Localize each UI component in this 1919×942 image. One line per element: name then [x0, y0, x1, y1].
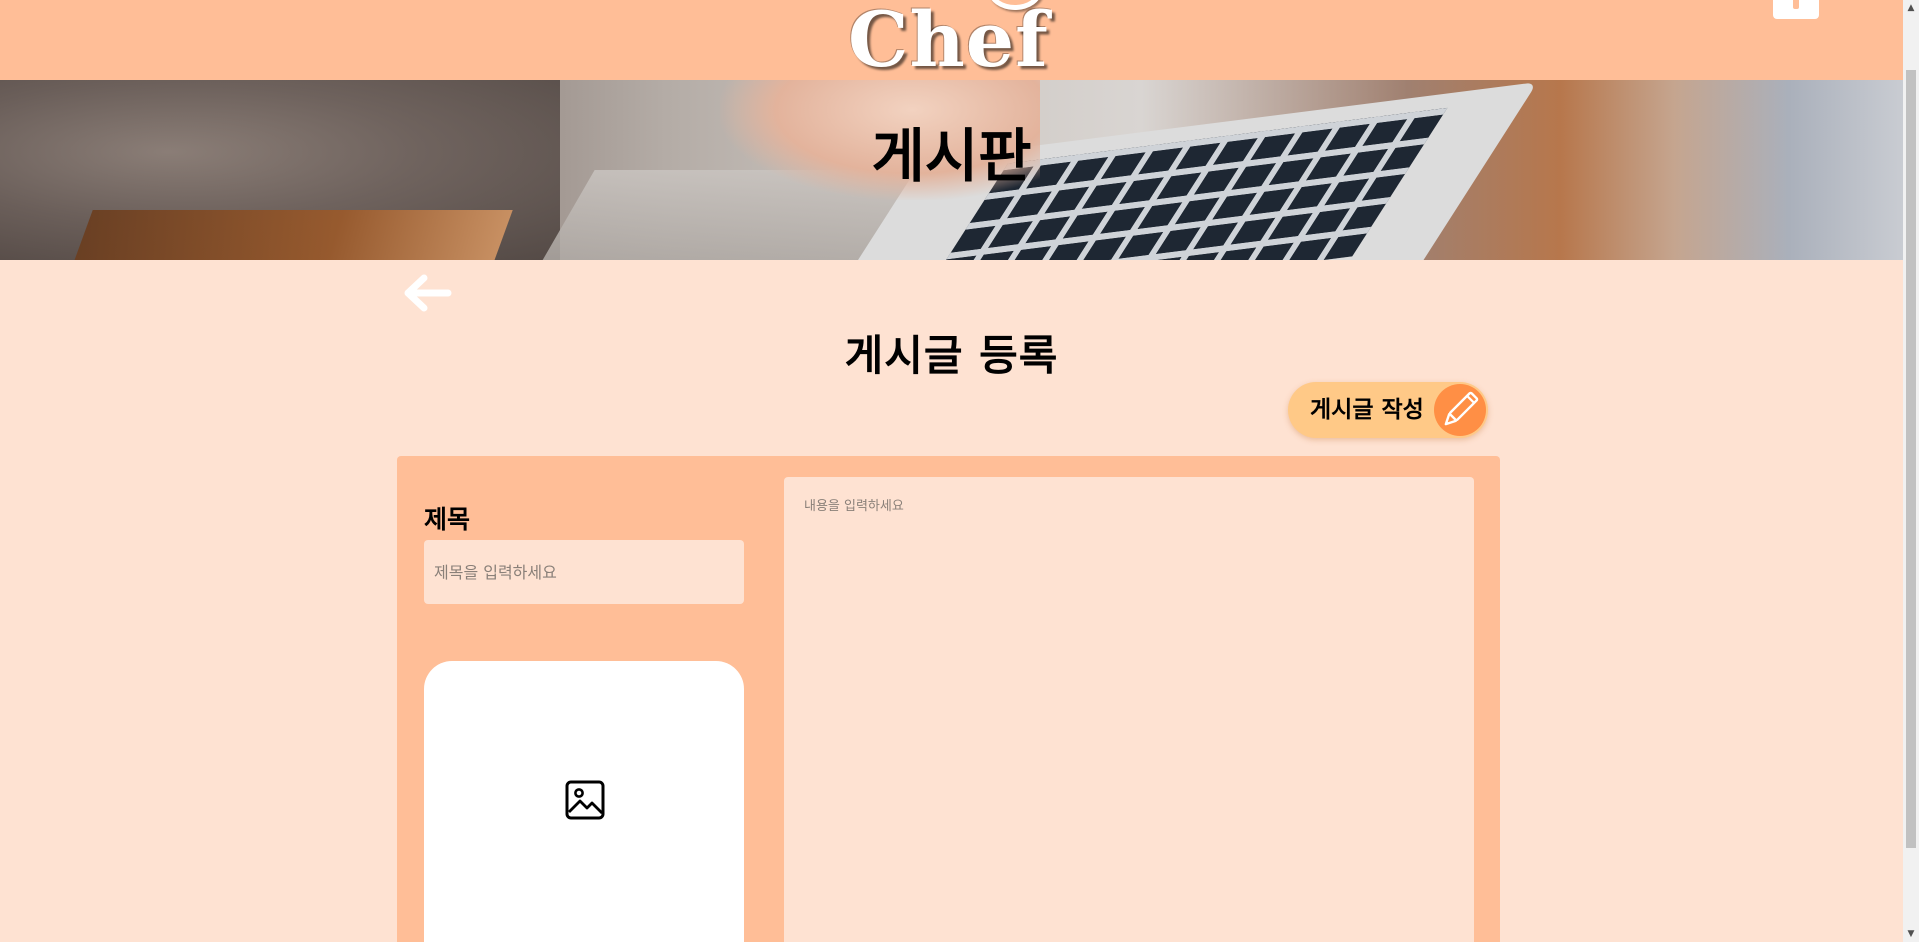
scroll-thumb[interactable]	[1906, 70, 1916, 848]
post-form: 제목	[397, 456, 1500, 942]
write-post-button[interactable]: 게시글 작성	[1288, 382, 1488, 438]
title-label: 제목	[424, 505, 471, 534]
write-post-button-label: 게시글 작성	[1310, 397, 1424, 423]
logo-text: Chef	[848, 0, 1049, 84]
hero-title: 게시판	[871, 122, 1032, 190]
image-upload-area[interactable]	[424, 661, 744, 942]
hero-banner: 게시판	[0, 80, 1903, 260]
top-bar: Chef	[0, 0, 1903, 84]
image-icon	[565, 780, 605, 820]
content-textarea[interactable]	[784, 477, 1474, 942]
menu-icon	[1793, 0, 1799, 9]
scroll-down-arrow-icon[interactable]: ▼	[1903, 926, 1919, 942]
title-input[interactable]	[424, 540, 744, 604]
page-title: 게시글 등록	[844, 331, 1059, 380]
page: Chef 게시판 게시글 등록 게시글 작성 제목 제목을 입력하세요 내용을 …	[0, 0, 1919, 942]
page-scrollbar[interactable]: ▲ ▼	[1903, 0, 1919, 942]
arrow-left-icon	[404, 274, 452, 312]
back-button[interactable]	[404, 272, 454, 314]
pencil-icon	[1434, 384, 1486, 436]
menu-button[interactable]	[1773, 0, 1819, 19]
logo[interactable]: Chef	[848, 0, 1048, 84]
scroll-up-arrow-icon[interactable]: ▲	[1903, 0, 1919, 16]
hero-background-wood	[67, 210, 513, 260]
